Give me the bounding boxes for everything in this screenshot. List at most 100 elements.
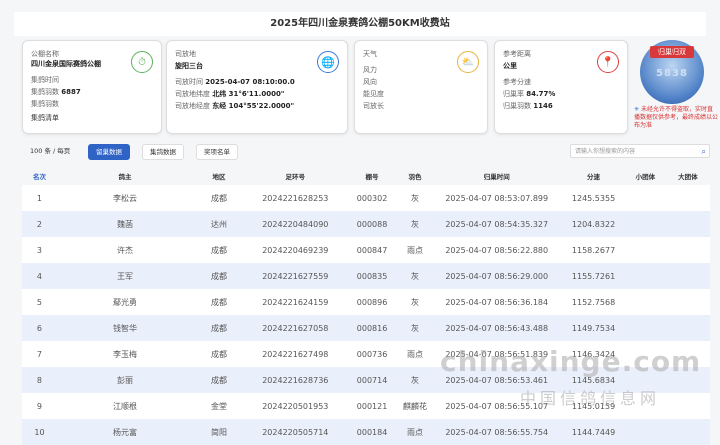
watermark-cn: 中国信鸽信息网 <box>520 389 661 408</box>
release-time: 2025-04-07 08:10:00.0 <box>205 78 295 86</box>
owner: 李玉梅 <box>112 349 137 359</box>
feather-color: 麒麟花 <box>403 401 428 411</box>
ring-number: 2024221628736 <box>262 375 329 385</box>
col-speed: 分速 <box>587 173 601 181</box>
ring-number: 2024221628253 <box>262 193 329 203</box>
return-time: 2025-04-07 08:56:36.184 <box>445 297 549 307</box>
ring-number: 2024220505714 <box>262 427 329 437</box>
globe-icon: 🌐 <box>317 51 339 73</box>
collect-time-label: 集鸽时间 <box>31 76 59 84</box>
col-small-team: 小团体 <box>635 173 656 181</box>
col-big-team: 大团体 <box>678 173 698 181</box>
feather-color: 灰 <box>411 271 420 281</box>
col-loft: 棚号 <box>365 173 379 181</box>
loft-number: 000088 <box>356 219 388 229</box>
region: 成都 <box>211 323 228 333</box>
loft-name-label: 公棚名称 <box>31 50 59 58</box>
collect-count-label: 集鸽羽数 <box>31 88 59 96</box>
owner: 王军 <box>116 271 133 281</box>
big-team <box>666 289 710 315</box>
tab-return-data[interactable]: 留巢数据 <box>88 144 130 160</box>
table-row: 1 李松云 成都 2024221628253 000302 灰 2025-04-07 08:… <box>22 185 710 211</box>
search-input[interactable]: 请输入你想搜索的内容 ⌕ <box>570 144 710 158</box>
ring-number: 2024221627498 <box>262 349 329 359</box>
col-owner: 鸽主 <box>118 173 132 181</box>
owner: 杨元富 <box>112 427 137 437</box>
region: 成都 <box>211 297 228 307</box>
badge-title: 归巢归双 <box>650 46 694 58</box>
rank: 7 <box>36 349 42 359</box>
search-icon[interactable]: ⌕ <box>702 145 706 159</box>
weather-label: 天气 <box>363 50 377 58</box>
owner: 许杰 <box>116 245 133 255</box>
return-time: 2025-04-07 08:56:43.488 <box>445 323 549 333</box>
region: 金堂 <box>211 401 228 411</box>
loft-number: 000184 <box>356 427 388 437</box>
feather-color: 灰 <box>411 193 420 203</box>
big-team <box>666 393 710 419</box>
col-rank[interactable]: 名次 <box>22 167 57 185</box>
feather-color: 灰 <box>411 219 420 229</box>
watermark: chinaxinge.com <box>440 345 702 378</box>
badge-number: 5838 <box>656 68 688 79</box>
page-title: 2025年四川金泉赛鸽公棚50KM收费站 <box>14 12 706 36</box>
speed: 1245.5355 <box>571 193 616 203</box>
owner: 魏菡 <box>116 219 133 229</box>
loft-number: 000835 <box>356 271 388 281</box>
big-team <box>666 211 710 237</box>
small-team <box>625 211 666 237</box>
rank: 4 <box>36 271 42 281</box>
speed: 1204.8322 <box>571 219 616 229</box>
table-row: 3 许杰 成都 2024220469239 000847 雨点 2025-04-07 08:… <box>22 237 710 263</box>
return-time: 2025-04-07 08:54:35.327 <box>445 219 549 229</box>
loft-number: 000714 <box>356 375 388 385</box>
per-page-select[interactable]: 100 条 / 每页 <box>22 144 77 158</box>
ring-number: 2024221627058 <box>262 323 329 333</box>
ring-number: 2024221624159 <box>262 297 329 307</box>
loft-number: 000816 <box>356 323 388 333</box>
loft-info-card: 公棚名称 四川金泉国际赛鸽公棚 集鸽时间 集鸽羽数 6887 集鸽羽数 集鸽清单… <box>22 40 162 134</box>
feather-color: 灰 <box>411 375 420 385</box>
distance-card: 参考距离 公里 参考分速 归巢率 84.77% 归巢羽数 1146 📍 <box>494 40 628 134</box>
distance-label: 参考距离 <box>503 50 531 58</box>
rank: 6 <box>36 323 42 333</box>
table-row: 6 钱智华 成都 2024221627058 000816 灰 2025-04-07 08:… <box>22 315 710 341</box>
loft-number: 000121 <box>356 401 388 411</box>
rank: 3 <box>36 245 42 255</box>
owner: 钱智华 <box>112 323 137 333</box>
tab-award-list[interactable]: 奖项名单 <box>196 144 238 160</box>
release-place: 旋阳三台 <box>175 62 203 70</box>
return-badge: 归巢归双 5838 <box>640 40 704 104</box>
location-pin-icon: 📍 <box>597 51 619 73</box>
return-time: 2025-04-07 08:56:22.880 <box>445 245 549 255</box>
speed: 1158.2677 <box>571 245 616 255</box>
region: 达州 <box>211 219 228 229</box>
clock-icon: ⏱ <box>131 51 153 73</box>
small-team <box>625 237 666 263</box>
release-place-label: 司放地 <box>175 50 196 58</box>
loft-number: 000896 <box>356 297 388 307</box>
col-ring: 足环号 <box>285 173 306 181</box>
collect-list-link[interactable]: 集鸽清单 <box>31 113 59 123</box>
return-time: 2025-04-07 08:56:55.754 <box>445 427 549 437</box>
owner: 李松云 <box>112 193 137 203</box>
speed: 1155.7261 <box>571 271 616 281</box>
return-rate: 84.77% <box>526 90 556 98</box>
release-length-label: 司放长 <box>363 102 384 110</box>
release-lat-label: 司放地纬度 <box>175 90 210 98</box>
small-team <box>625 263 666 289</box>
big-team <box>666 263 710 289</box>
visibility-label: 能见度 <box>363 90 384 98</box>
info-icon: ✳ <box>634 106 640 113</box>
rank: 9 <box>36 401 42 411</box>
feather-color: 雨点 <box>407 427 424 437</box>
owner: 鄢光勇 <box>112 297 137 307</box>
region: 成都 <box>211 271 228 281</box>
owner: 彭丽 <box>116 375 133 385</box>
small-team <box>625 185 666 211</box>
notice: ✳ 未经允许不得盗取，实时直播数据仅供参考，最终成绩以公布为准 <box>634 106 718 130</box>
rank: 10 <box>34 427 45 437</box>
feather-color: 雨点 <box>407 349 424 359</box>
tab-collect-data[interactable]: 集鸽数据 <box>142 144 184 160</box>
small-team <box>625 289 666 315</box>
